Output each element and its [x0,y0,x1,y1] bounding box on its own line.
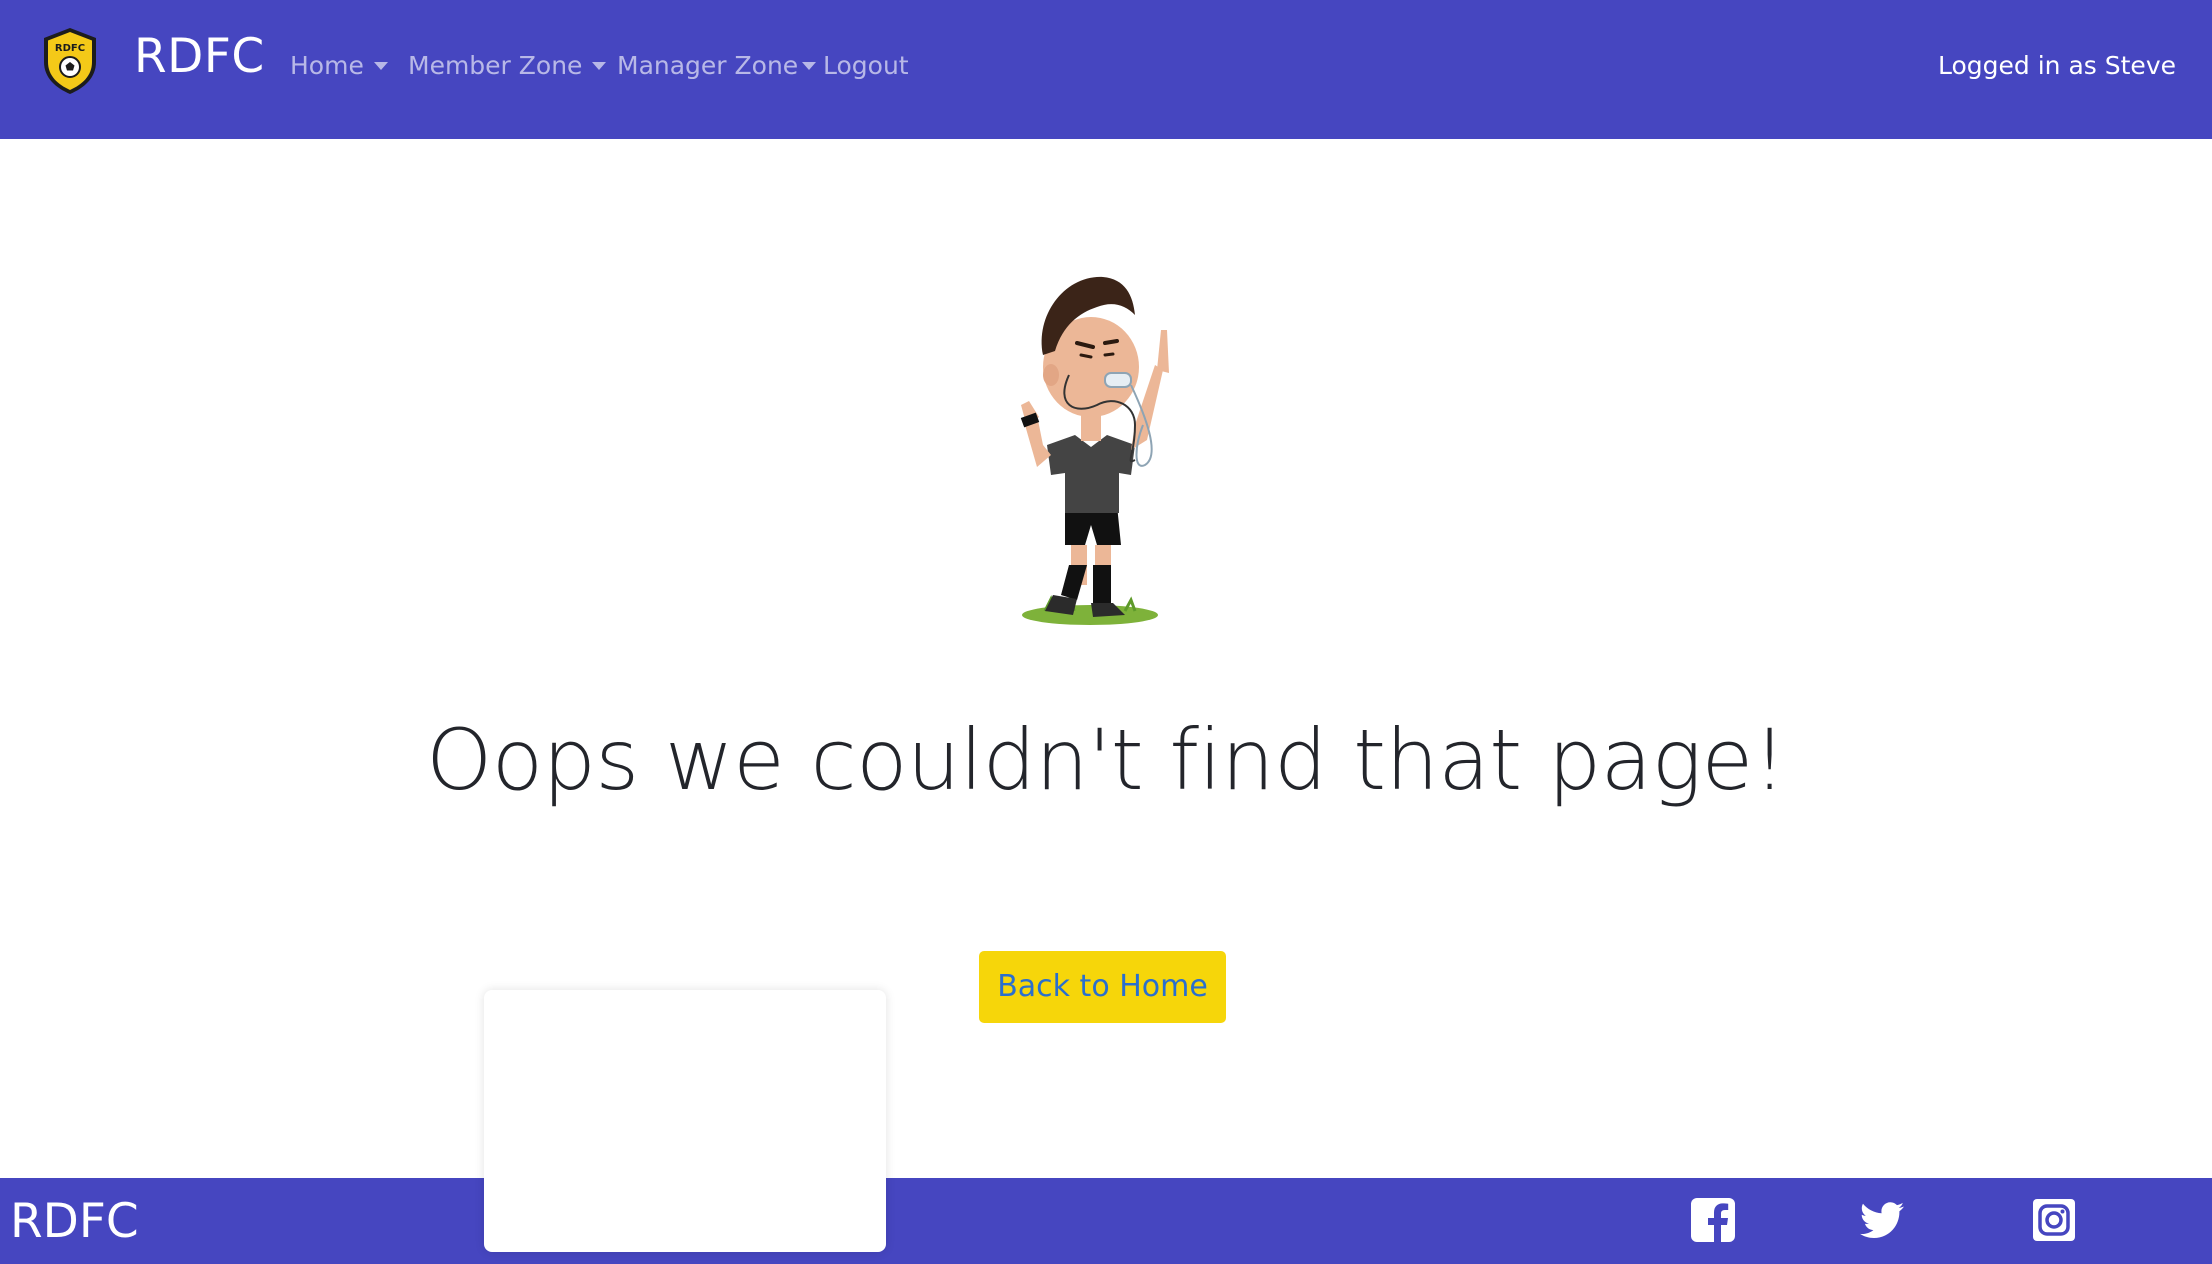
nav-logout-label: Logout [823,51,909,80]
chevron-down-icon [802,62,817,70]
club-crest-logo[interactable]: RDFC [40,26,100,96]
nav-logout-link[interactable]: Logout [823,46,909,86]
top-navbar: RDFC RDFC Home Member Zone Manager Zone … [0,0,2212,139]
facebook-icon[interactable] [1689,1196,1737,1244]
chevron-down-icon [373,62,388,70]
nav-home-dropdown[interactable]: Home [290,46,388,86]
logged-in-status: Logged in as Steve [1938,51,2176,80]
navbar-brand[interactable]: RDFC [134,26,265,88]
nav-manager-zone-label: Manager Zone [617,51,799,80]
referee-whistle-illustration [1020,276,1169,625]
nav-member-zone-dropdown[interactable]: Member Zone [408,46,607,86]
footer: RDFC [0,1178,2212,1264]
chevron-down-icon [592,62,607,70]
svg-text:RDFC: RDFC [55,43,85,54]
blank-popup-card [484,990,886,1252]
nav-home-label: Home [290,51,364,80]
nav-member-zone-label: Member Zone [408,51,583,80]
page-not-found-heading: Oops we couldn't find that page! [426,711,1786,809]
twitter-icon[interactable] [1858,1196,1906,1244]
footer-brand: RDFC [10,1194,139,1249]
instagram-icon[interactable] [2030,1196,2078,1244]
back-to-home-button[interactable]: Back to Home [979,951,1226,1023]
nav-manager-zone-dropdown[interactable]: Manager Zone [617,46,817,86]
